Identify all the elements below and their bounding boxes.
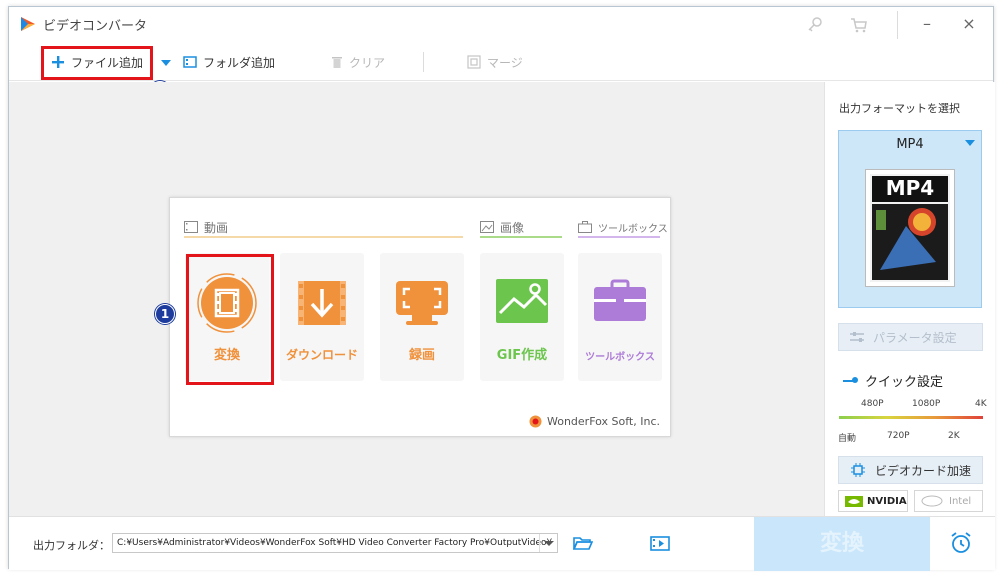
- clear-label: クリア: [349, 55, 386, 70]
- toolbox-small-icon: [578, 221, 592, 233]
- gif-image-icon: [496, 279, 548, 323]
- video-folder-icon[interactable]: [650, 535, 670, 551]
- title-bar: ビデオコンバータ – ×: [9, 7, 993, 43]
- intel-label: Intel: [949, 495, 972, 507]
- app-logo-icon: [21, 17, 35, 31]
- card-download-label: ダウンロード: [285, 348, 358, 362]
- section-video: 動画: [184, 216, 228, 238]
- parameter-settings-label: パラメータ設定: [873, 330, 957, 345]
- toolbox-icon: [594, 279, 646, 321]
- format-dropdown-icon: [965, 140, 975, 146]
- download-icon: [298, 281, 346, 325]
- add-folder-button[interactable]: フォルダ追加: [183, 51, 275, 73]
- add-file-dropdown-icon[interactable]: [161, 59, 171, 67]
- nvidia-logo-icon: [845, 495, 863, 507]
- card-toolbox[interactable]: ツールボックス: [578, 253, 662, 381]
- format-selector[interactable]: MP4 MP4: [838, 130, 982, 308]
- card-record-label: 録画: [408, 348, 435, 363]
- merge-icon: [467, 55, 481, 69]
- convert-button[interactable]: 変換: [754, 517, 930, 571]
- add-folder-label: フォルダ追加: [203, 55, 276, 70]
- app-window: ビデオコンバータ – × ファイル追加 フォルダ追加 クリア マージ 動画 画像…: [8, 6, 995, 571]
- quick-settings-title: クイック設定: [843, 371, 943, 390]
- add-file-highlight: [41, 46, 153, 80]
- film-icon: [184, 221, 198, 233]
- video-section-line: [184, 236, 463, 238]
- app-title: ビデオコンバータ: [43, 19, 148, 34]
- format-section-title: 出力フォーマットを選択: [839, 102, 960, 115]
- title-divider: [897, 11, 898, 39]
- trash-icon: [332, 57, 342, 68]
- slider-label-1080p: 1080P: [912, 399, 941, 409]
- card-toolbox-label: ツールボックス: [585, 352, 655, 363]
- card-gif-label: GIF作成: [496, 348, 548, 363]
- toolbox-section-line: [578, 236, 660, 238]
- format-thumbnail: MP4: [865, 169, 955, 287]
- slider-label-auto: 自動: [838, 434, 857, 444]
- cart-icon[interactable]: [849, 15, 869, 35]
- nvidia-toggle[interactable]: NVIDIA: [838, 490, 908, 512]
- gpu-acceleration-label: ビデオカード加速: [875, 463, 972, 478]
- slider-label-2k: 2K: [948, 431, 960, 441]
- slider-label-480p: 480P: [861, 399, 884, 409]
- quality-slider[interactable]: [839, 416, 983, 419]
- slider-label-720p: 720P: [887, 431, 910, 441]
- section-video-label: 動画: [204, 220, 229, 235]
- quick-settings-label: クイック設定: [865, 375, 944, 390]
- brand-footer: WonderFox Soft, Inc.: [529, 415, 660, 428]
- quick-settings-icon: [843, 376, 858, 383]
- nvidia-label: NVIDIA: [867, 495, 907, 507]
- output-folder-label: 出力フォルダ：: [33, 539, 110, 552]
- parameter-settings-button[interactable]: パラメータ設定: [838, 323, 983, 351]
- key-icon[interactable]: [805, 15, 825, 35]
- toolbar-divider: [423, 52, 424, 72]
- section-toolbox: ツールボックス: [578, 216, 668, 238]
- card-record[interactable]: 録画: [380, 253, 464, 381]
- monitor-record-icon: [396, 281, 448, 325]
- bottom-bar: 出力フォルダ： C:¥Users¥Administrator¥Videos¥Wo…: [9, 516, 995, 571]
- open-folder-icon[interactable]: [573, 535, 593, 551]
- chip-icon: [851, 463, 865, 477]
- alarm-clock-icon[interactable]: [949, 531, 973, 555]
- main-area: 動画 画像 ツールボックス 変換 ダウンロード 録画 GIF作成 ツールボックス…: [9, 82, 824, 516]
- card-gif[interactable]: GIF作成: [480, 253, 564, 381]
- section-image-label: 画像: [500, 220, 525, 235]
- output-folder-path-text: C:¥Users¥Administrator¥Videos¥WonderFox …: [117, 538, 553, 548]
- intel-logo-icon: [921, 495, 943, 507]
- section-image: 画像: [480, 216, 524, 238]
- minimize-button[interactable]: –: [915, 13, 939, 35]
- brand-label: WonderFox Soft, Inc.: [547, 415, 660, 428]
- format-name: MP4: [896, 137, 924, 152]
- sliders-icon: [850, 332, 864, 342]
- image-icon: [480, 221, 494, 233]
- slider-label-4k: 4K: [975, 399, 987, 409]
- intel-toggle[interactable]: Intel: [914, 490, 983, 512]
- output-folder-dropdown-icon[interactable]: [539, 534, 557, 552]
- toolbar: ファイル追加 フォルダ追加 クリア マージ: [9, 43, 993, 81]
- merge-label: マージ: [487, 55, 523, 70]
- merge-button[interactable]: マージ: [467, 51, 523, 73]
- output-folder-path[interactable]: C:¥Users¥Administrator¥Videos¥WonderFox …: [112, 533, 558, 553]
- clear-button[interactable]: クリア: [331, 51, 385, 73]
- section-toolbox-label: ツールボックス: [598, 223, 668, 235]
- mp4-thumbnail-label: MP4: [885, 176, 935, 200]
- image-section-line: [480, 236, 562, 238]
- format-sidebar: 出力フォーマットを選択 MP4 MP4 パラメータ設定 クイック設定 480P …: [824, 82, 995, 516]
- close-button[interactable]: ×: [957, 13, 981, 35]
- gpu-acceleration-button[interactable]: ビデオカード加速: [838, 456, 983, 484]
- card-download[interactable]: ダウンロード: [280, 253, 364, 381]
- wonderfox-logo-icon: [529, 415, 542, 428]
- step-badge-1: 1: [155, 304, 175, 324]
- convert-highlight: [186, 254, 274, 385]
- folder-film-icon: [183, 56, 197, 68]
